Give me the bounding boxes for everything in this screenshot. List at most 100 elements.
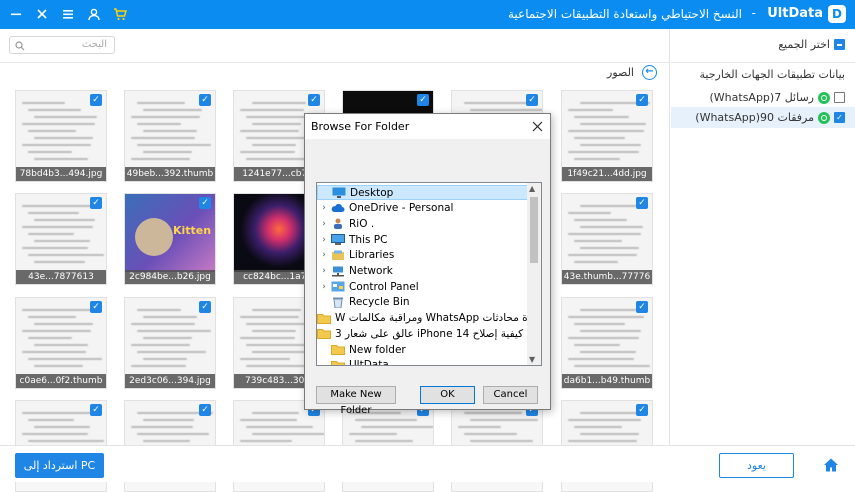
tile-checkbox[interactable]: ✓	[199, 301, 211, 313]
folder-tree-item[interactable]: › RiO .	[317, 216, 529, 231]
folder-tree-item[interactable]: › This PC	[317, 232, 529, 247]
back-button[interactable]: يعود	[719, 453, 794, 478]
restore-to-pc-button[interactable]: استرداد إلى PC	[15, 453, 104, 478]
folder-label: RiO .	[349, 217, 375, 230]
expand-chevron-icon[interactable]: ›	[317, 235, 331, 245]
browse-folder-dialog: Browse For Folder Desktop › OneDrive - Per…	[304, 113, 551, 416]
user-icon[interactable]	[84, 4, 104, 24]
app-logo-icon: D	[828, 5, 846, 23]
select-all-label: اختر الجميع	[778, 38, 830, 51]
titlebar-controls	[6, 4, 130, 24]
file-name-caption: 43e.thumb...77776	[562, 270, 652, 284]
tile-checkbox[interactable]: ✓	[199, 197, 211, 209]
scroll-down-icon[interactable]: ▼	[529, 355, 535, 364]
cloud-icon	[331, 203, 345, 214]
cart-icon[interactable]	[110, 4, 130, 24]
folder-label: Network	[349, 265, 393, 277]
dialog-title: Browse For Folder	[311, 120, 410, 133]
kitten-label: Kitten	[173, 224, 212, 237]
select-all-checkbox[interactable]	[834, 39, 845, 50]
photo-tile[interactable]: ✓ 78bd4b3...494.jpg	[15, 90, 107, 182]
expand-chevron-icon[interactable]: ›	[317, 219, 331, 229]
sidebar-item-label: مرفقات 90(WhatsApp)	[695, 111, 814, 124]
recycle-bin-icon	[331, 297, 345, 309]
tile-checkbox[interactable]: ✓	[636, 301, 648, 313]
make-new-folder-button[interactable]: Make New Folder	[316, 386, 396, 416]
folder-tree-item[interactable]: W ومراقبة مكالمات WhatsApp قراءة محادثات	[317, 311, 541, 326]
tile-checkbox[interactable]: ✓	[90, 197, 102, 209]
scroll-thumb[interactable]	[530, 197, 538, 263]
tile-checkbox[interactable]: ✓	[90, 404, 102, 416]
photo-tile[interactable]: ✓ c0ae6...0f2.thumb	[15, 297, 107, 389]
folder-label: Recycle Bin	[349, 296, 410, 309]
folder-label: W ومراقبة مكالمات WhatsApp قراءة محادثات	[335, 312, 542, 325]
search-input[interactable]: البحث	[9, 36, 115, 54]
photo-tile[interactable]: ✓ 43e.thumb...77776	[561, 193, 653, 285]
folder-tree-item[interactable]: New folder	[317, 342, 529, 357]
document-preview	[568, 97, 651, 160]
photo-tile[interactable]: ✓ 43e...7877613	[15, 193, 107, 285]
app-brand: UltData	[767, 6, 823, 21]
messages-checkbox[interactable]	[834, 92, 845, 103]
tile-checkbox[interactable]: ✓	[199, 404, 211, 416]
folder-tree-item[interactable]: › Network	[317, 264, 529, 279]
attachments-checkbox[interactable]: ✓	[834, 112, 845, 123]
select-all-row[interactable]: اختر الجميع	[778, 38, 845, 51]
tile-checkbox[interactable]: ✓	[636, 404, 648, 416]
folder-tree-item[interactable]: Recycle Bin	[317, 295, 529, 310]
cancel-button[interactable]: Cancel	[483, 386, 538, 404]
tile-checkbox[interactable]: ✓	[526, 94, 538, 106]
sidebar-item-attachments[interactable]: ✓ مرفقات 90(WhatsApp)	[695, 111, 845, 124]
expand-chevron-icon[interactable]: ›	[317, 250, 331, 260]
tile-checkbox[interactable]: ✓	[636, 94, 648, 106]
folder-label: UltData	[349, 359, 389, 366]
title-bar: النسخ الاحتياطي واستعادة التطبيقات الاجت…	[0, 0, 855, 29]
ok-button[interactable]: OK	[420, 386, 475, 404]
folder-tree-item[interactable]: UltData	[317, 358, 529, 366]
category-title-row: بيانات تطبيقات الجهات الخارجية	[700, 68, 845, 81]
close-icon[interactable]	[532, 117, 543, 136]
folder-label: 3 عالق على شعار iPhone 14 طرق كيفية إصلا…	[335, 327, 542, 340]
folder-tree-item[interactable]: › Libraries	[317, 248, 529, 263]
tile-checkbox[interactable]: ✓	[199, 94, 211, 106]
libraries-icon	[331, 250, 345, 261]
tile-checkbox[interactable]: ✓	[308, 94, 320, 106]
expand-chevron-icon[interactable]: ›	[317, 282, 331, 292]
back-arrow-icon[interactable]: ←	[642, 65, 657, 80]
dialog-titlebar: Browse For Folder	[305, 114, 550, 139]
menu-icon[interactable]	[58, 4, 78, 24]
sidebar-item-label: رسائل 7(WhatsApp)	[709, 91, 815, 104]
folder-tree-item[interactable]: 3 عالق على شعار iPhone 14 طرق كيفية إصلا…	[317, 326, 541, 341]
document-preview	[131, 304, 212, 367]
title-separator: -	[751, 6, 756, 20]
whatsapp-icon	[818, 111, 830, 124]
scroll-up-icon[interactable]: ▲	[529, 184, 535, 193]
file-name-caption: da6b1...b49.thumb	[562, 374, 652, 388]
control-panel-icon	[331, 281, 345, 292]
expand-chevron-icon[interactable]: ›	[317, 203, 331, 213]
document-preview	[568, 304, 651, 367]
close-icon[interactable]	[32, 4, 52, 24]
photo-tile[interactable]: ✓ 1f49c21...4dd.jpg	[561, 90, 653, 182]
folder-label: Control Panel	[349, 280, 419, 293]
folder-tree-item[interactable]: › Control Panel	[317, 279, 529, 294]
kitten-image	[135, 218, 173, 256]
tile-checkbox[interactable]: ✓	[90, 301, 102, 313]
home-icon[interactable]	[823, 457, 839, 473]
sidebar-item-messages[interactable]: رسائل 7(WhatsApp)	[709, 91, 845, 104]
photo-tile[interactable]: ✓ 49beb...392.thumb	[124, 90, 216, 182]
photo-tile[interactable]: ✓ da6b1...b49.thumb	[561, 297, 653, 389]
sidebar: اختر الجميع بيانات تطبيقات الجهات الخارج…	[671, 29, 855, 445]
photo-tile[interactable]: Kitten ✓ 2c984be...b26.jpg	[124, 193, 216, 285]
document-preview	[568, 200, 648, 263]
tile-checkbox[interactable]: ✓	[636, 197, 648, 209]
folder-tree[interactable]: Desktop › OneDrive - Personal › RiO . › This P…	[316, 182, 542, 366]
tree-scrollbar[interactable]: ▲ ▼	[527, 183, 541, 365]
folder-tree-item[interactable]: › OneDrive - Personal	[317, 201, 529, 216]
folder-tree-item[interactable]: Desktop	[317, 185, 529, 200]
tile-checkbox[interactable]: ✓	[417, 94, 429, 106]
tile-checkbox[interactable]: ✓	[90, 94, 102, 106]
photo-tile[interactable]: ✓ 2ed3c06...394.jpg	[124, 297, 216, 389]
minimize-icon[interactable]	[6, 4, 26, 24]
expand-chevron-icon[interactable]: ›	[317, 266, 331, 276]
